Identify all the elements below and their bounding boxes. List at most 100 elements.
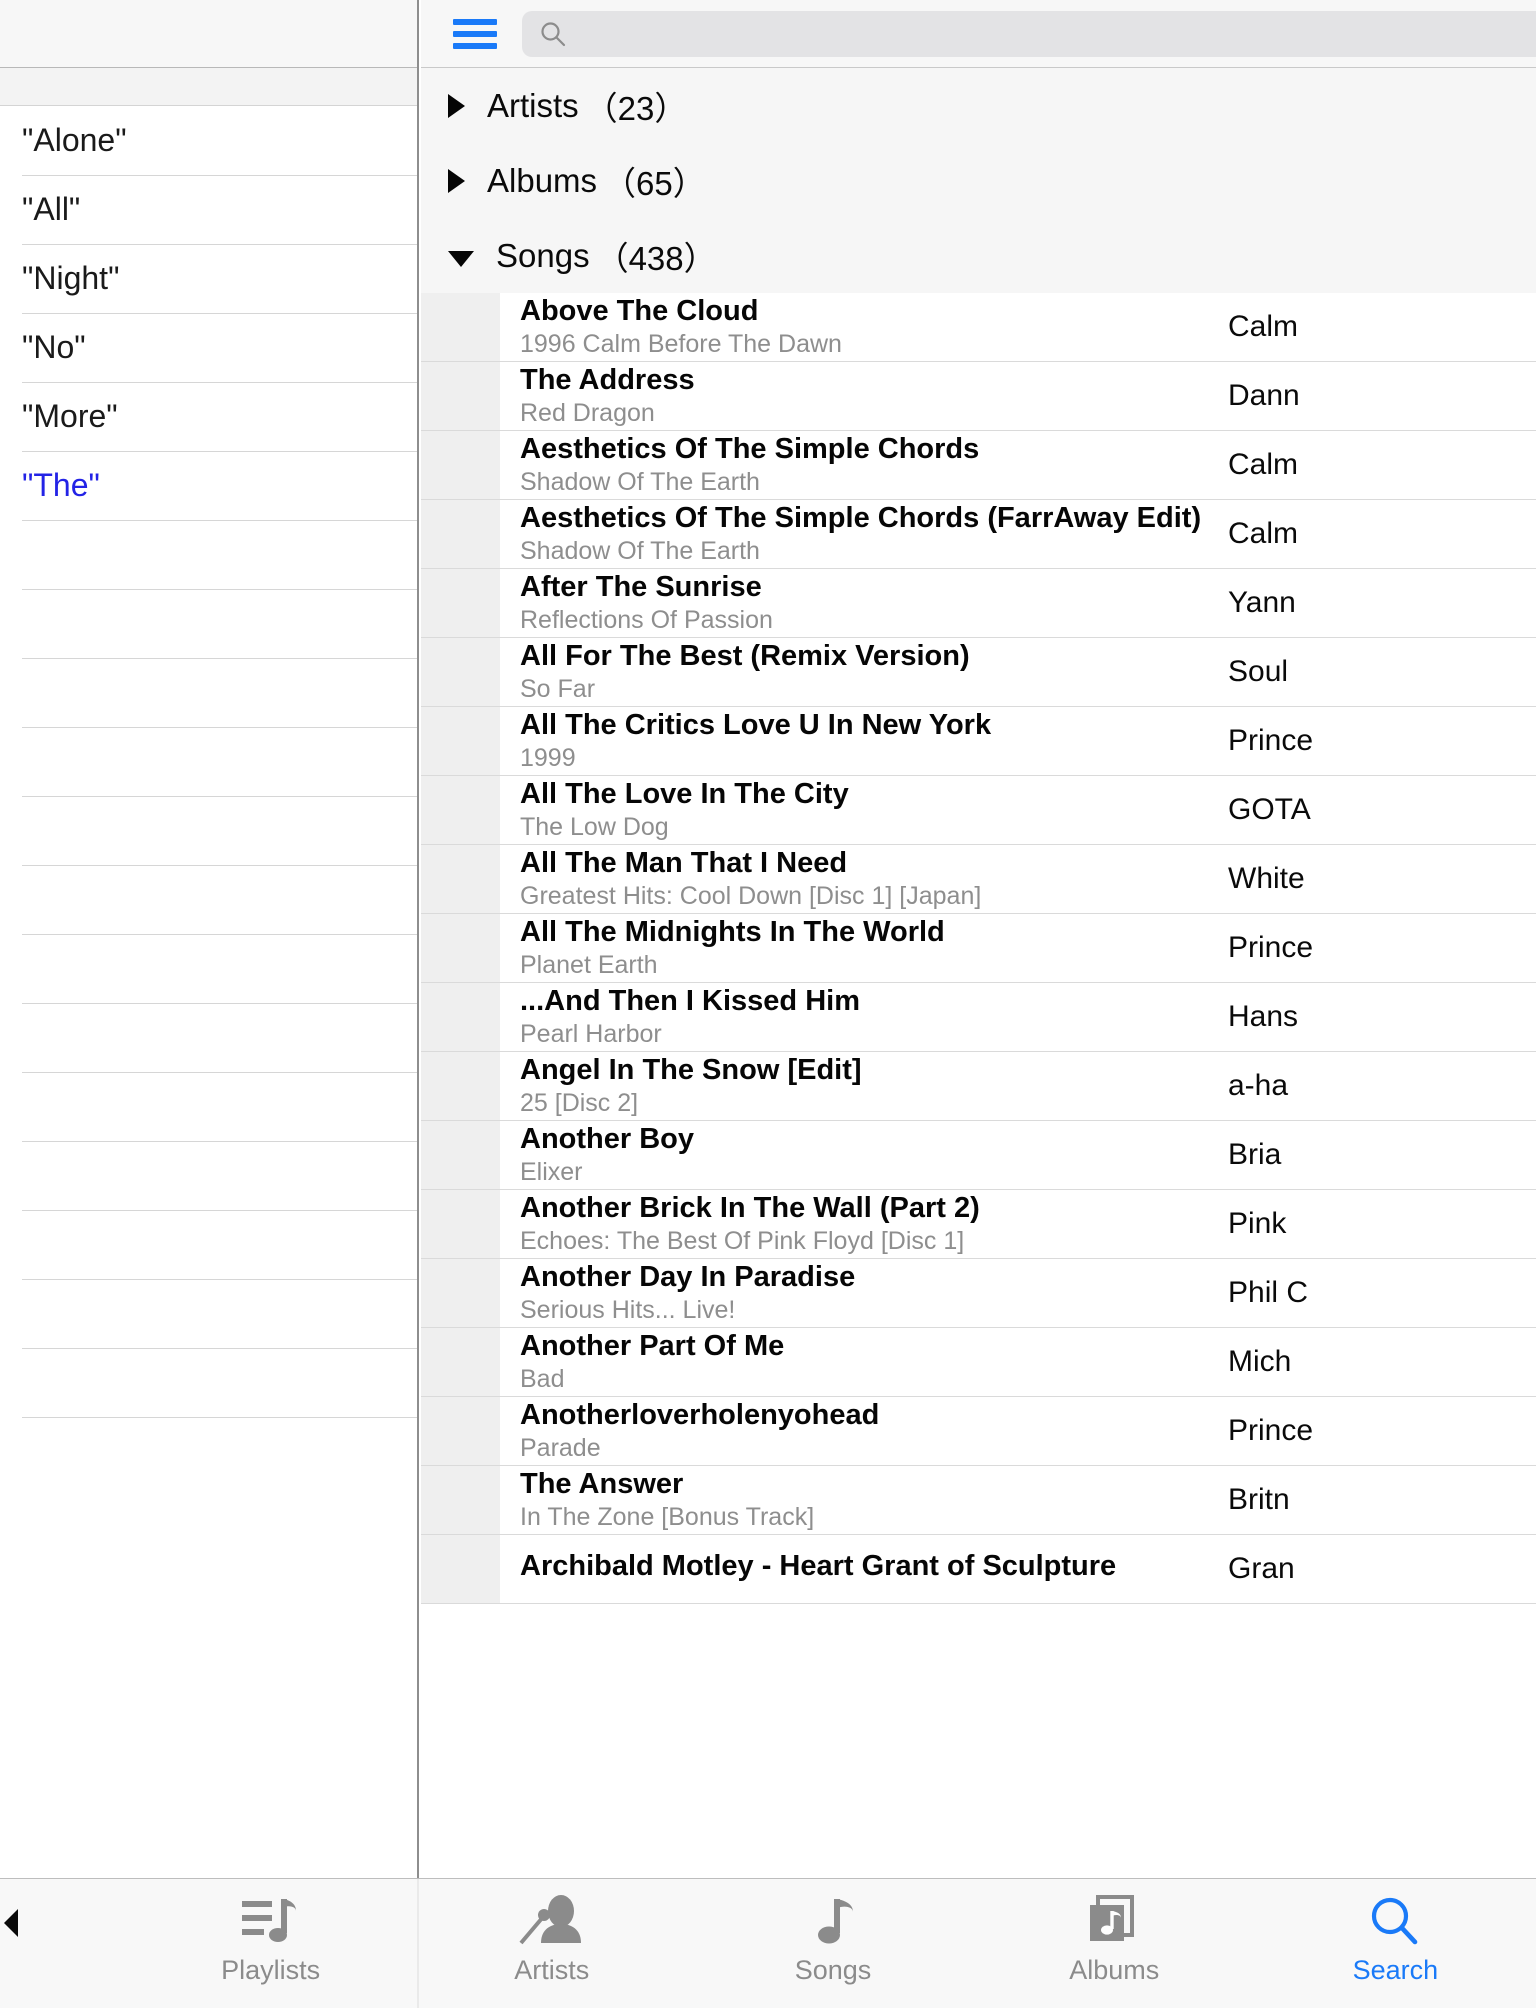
- song-row-text: Aesthetics Of The Simple Chords Shadow Of…: [500, 431, 1536, 499]
- song-album: Echoes: The Best Of Pink Floyd [Disc 1]: [520, 1226, 965, 1255]
- song-row-text: The Answer In The Zone [Bonus Track] Britn: [500, 1466, 1536, 1534]
- song-row[interactable]: After The Sunrise Reflections Of Passion Y…: [421, 569, 1536, 638]
- search-history-item[interactable]: "Alone": [0, 106, 417, 175]
- search-history-item[interactable]: "More": [0, 382, 417, 451]
- search-input[interactable]: [522, 11, 1536, 57]
- song-artist: Bria: [1228, 1138, 1282, 1171]
- search-history-item[interactable]: "Night": [0, 244, 417, 313]
- song-title: Above The Cloud: [520, 294, 759, 327]
- results-section-header-songs[interactable]: Songs （438）: [421, 218, 1536, 293]
- song-row-text: All The Man That I Need Greatest Hits: Co…: [500, 845, 1536, 913]
- hamburger-bar-1: [453, 19, 497, 25]
- search-history-item-label: "Night": [22, 260, 120, 296]
- hamburger-icon[interactable]: [453, 19, 497, 49]
- song-title: After The Sunrise: [520, 570, 762, 603]
- album-art-thumbnail: [421, 362, 500, 430]
- song-row[interactable]: The Answer In The Zone [Bonus Track] Britn: [421, 1466, 1536, 1535]
- song-title: The Answer: [520, 1467, 684, 1500]
- song-row[interactable]: Another Brick In The Wall (Part 2) Echoes…: [421, 1190, 1536, 1259]
- song-row[interactable]: Aesthetics Of The Simple Chords (FarrAwa…: [421, 500, 1536, 569]
- song-row[interactable]: Aesthetics Of The Simple Chords Shadow Of…: [421, 431, 1536, 500]
- tab-playlists[interactable]: Playlists: [130, 1879, 411, 1986]
- search-history-item-label: "Alone": [22, 122, 127, 158]
- artists-icon: [515, 1893, 589, 1951]
- tab-albums[interactable]: Albums: [974, 1879, 1255, 1986]
- song-row[interactable]: The Address Red Dragon Dann: [421, 362, 1536, 431]
- song-artist: Calm: [1228, 517, 1299, 550]
- song-row[interactable]: Another Day In Paradise Serious Hits... L…: [421, 1259, 1536, 1328]
- album-art-thumbnail: [421, 1466, 500, 1534]
- song-row-text: All The Midnights In The World Planet Ear…: [500, 914, 1536, 982]
- search-history-empty-row: [0, 727, 417, 796]
- song-artist: Gran: [1228, 1552, 1295, 1585]
- song-row[interactable]: All The Midnights In The World Planet Ear…: [421, 914, 1536, 983]
- song-row[interactable]: All The Critics Love U In New York 1999 Pr…: [421, 707, 1536, 776]
- album-art-thumbnail: [421, 1190, 500, 1258]
- search-history-item-label: "The": [22, 467, 100, 503]
- search-history-empty-row: [0, 1003, 417, 1072]
- song-row[interactable]: Archibald Motley - Heart Grant of Sculpt…: [421, 1535, 1536, 1604]
- results-section-header-artists[interactable]: Artists （23）: [421, 68, 1536, 143]
- album-art-thumbnail: [421, 1328, 500, 1396]
- search-history-empty-row: [0, 1348, 417, 1417]
- search-history-item[interactable]: "All": [0, 175, 417, 244]
- song-artist: Yann: [1228, 586, 1296, 619]
- song-row[interactable]: All The Love In The City The Low Dog GOTA: [421, 776, 1536, 845]
- song-title: All The Love In The City: [520, 777, 849, 810]
- tab-search[interactable]: Search: [1255, 1879, 1536, 1986]
- right-navigation-bar: [421, 0, 1536, 68]
- back-chevron-icon[interactable]: [4, 1909, 18, 1937]
- search-history-item-label: "More": [22, 398, 118, 434]
- playlists-icon: [241, 1899, 296, 1942]
- song-album: 1999: [520, 743, 576, 772]
- song-title: Aesthetics Of The Simple Chords: [520, 432, 980, 465]
- song-row[interactable]: All For The Best (Remix Version) So Far So…: [421, 638, 1536, 707]
- song-title: The Address: [520, 363, 695, 396]
- results-section-count: （65）: [603, 164, 706, 202]
- song-album: 25 [Disc 2]: [520, 1088, 639, 1117]
- song-row-text: Archibald Motley - Heart Grant of Sculpt…: [500, 1535, 1536, 1603]
- tab-songs[interactable]: Songs: [692, 1879, 973, 1986]
- search-results-panel: Artists （23） Albums （65） Songs （438） Above The…: [421, 0, 1536, 2008]
- results-section-header-albums[interactable]: Albums （65）: [421, 143, 1536, 218]
- search-history-item-label: "No": [22, 329, 86, 365]
- tab-label: Playlists: [221, 1955, 321, 1985]
- album-art-thumbnail: [421, 1397, 500, 1465]
- song-row-text: Angel In The Snow [Edit] 25 [Disc 2] a-ha: [500, 1052, 1536, 1120]
- song-row[interactable]: Another Part Of Me Bad Mich: [421, 1328, 1536, 1397]
- tab-list: Playlists Artists Songs Albums Search: [0, 1879, 1536, 1986]
- song-row-text: Another Brick In The Wall (Part 2) Echoes…: [500, 1190, 1536, 1258]
- song-artist: White: [1228, 862, 1305, 895]
- search-history-list[interactable]: "Alone" "All" "Night" "No" "More" "The": [0, 106, 417, 1486]
- album-art-thumbnail: [421, 431, 500, 499]
- album-art-thumbnail: [421, 776, 500, 844]
- song-row-text: All For The Best (Remix Version) So Far So…: [500, 638, 1536, 706]
- song-row[interactable]: Angel In The Snow [Edit] 25 [Disc 2] a-ha: [421, 1052, 1536, 1121]
- search-icon: [1372, 1897, 1418, 1945]
- album-art-thumbnail: [421, 707, 500, 775]
- song-album: Greatest Hits: Cool Down [Disc 1] [Japan…: [520, 881, 982, 910]
- song-artist: Prince: [1228, 724, 1314, 757]
- chevron-down-icon: [448, 250, 474, 267]
- song-artist: a-ha: [1228, 1069, 1289, 1102]
- search-history-item[interactable]: "The": [0, 451, 417, 520]
- song-row[interactable]: Another Boy Elixer Bria: [421, 1121, 1536, 1190]
- song-row[interactable]: ...And Then I Kissed Him Pearl Harbor Hans: [421, 983, 1536, 1052]
- song-artist: Calm: [1228, 310, 1299, 343]
- song-row[interactable]: All The Man That I Need Greatest Hits: Co…: [421, 845, 1536, 914]
- tab-artists[interactable]: Artists: [411, 1879, 692, 1986]
- search-history-empty-row: [0, 1279, 417, 1348]
- songs-list[interactable]: Above The Cloud 1996 Calm Before The Dawn…: [421, 293, 1536, 1604]
- search-history-item[interactable]: "No": [0, 313, 417, 382]
- artists-icon: [519, 1895, 581, 1945]
- song-row[interactable]: Anotherloverholenyohead Parade Prince: [421, 1397, 1536, 1466]
- song-row-text: Anotherloverholenyohead Parade Prince: [500, 1397, 1536, 1465]
- tab-label: Search: [1352, 1955, 1439, 1985]
- song-title: Anotherloverholenyohead: [520, 1398, 880, 1431]
- chevron-right-icon: [448, 93, 465, 118]
- results-section-label: Songs: [496, 236, 590, 274]
- song-album: In The Zone [Bonus Track]: [520, 1502, 815, 1531]
- song-row[interactable]: Above The Cloud 1996 Calm Before The Dawn…: [421, 293, 1536, 362]
- song-artist: Prince: [1228, 1414, 1314, 1447]
- song-album: Red Dragon: [520, 398, 655, 427]
